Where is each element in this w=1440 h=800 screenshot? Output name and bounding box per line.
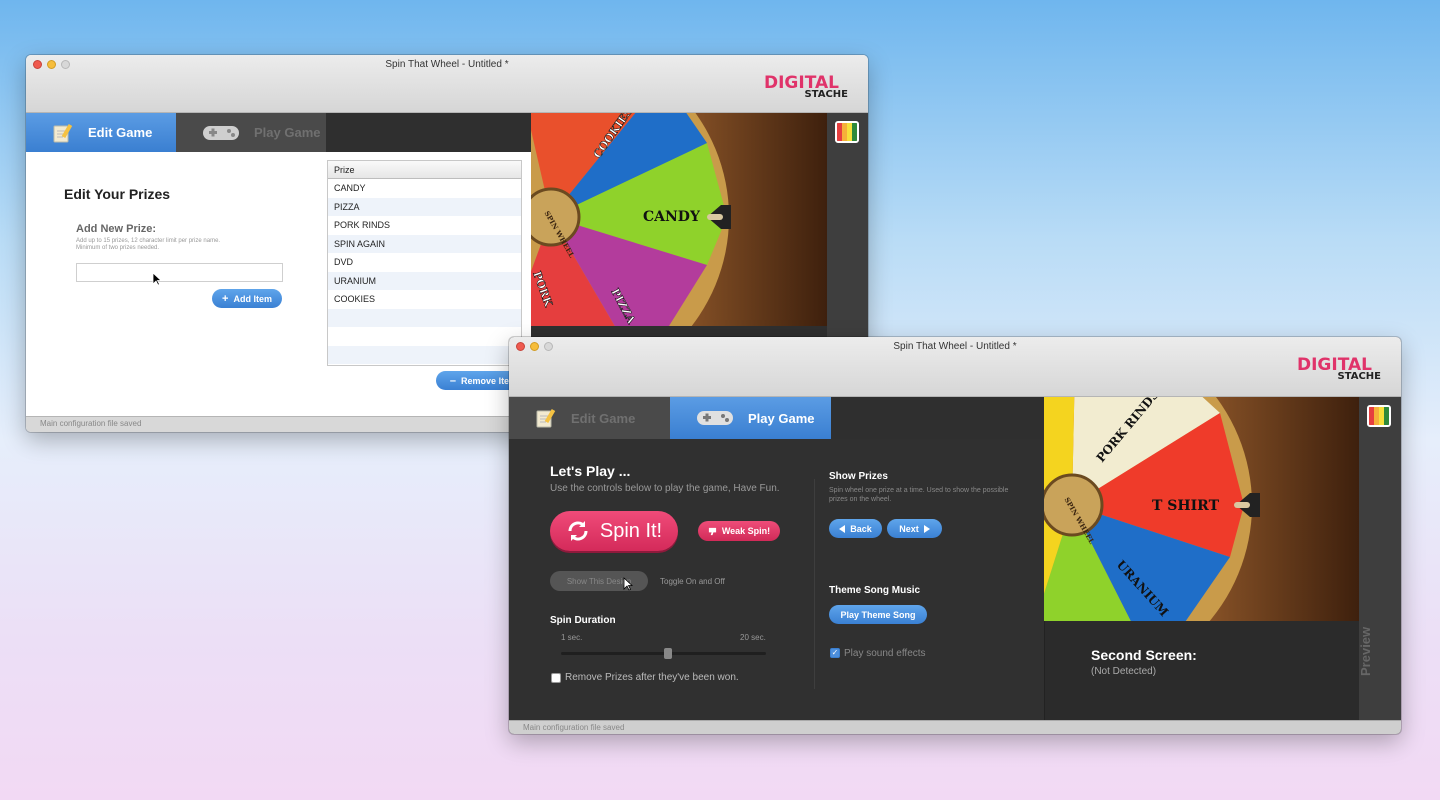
wheel-label-candy: CANDY xyxy=(643,209,701,225)
color-palette-icon[interactable] xyxy=(835,121,859,143)
digital-stache-logo: DIGITAL STACHE xyxy=(764,73,852,103)
table-header-prize[interactable]: Prize xyxy=(328,161,521,179)
minus-icon: – xyxy=(449,374,457,387)
play-game-window: Spin That Wheel - Untitled * DIGITAL STA… xyxy=(509,337,1401,734)
tab-edit-game[interactable]: Edit Game xyxy=(509,397,670,439)
empty-table-row xyxy=(328,345,521,364)
second-screen-status: (Not Detected) xyxy=(1091,666,1157,677)
window-title: Spin That Wheel - Untitled * xyxy=(893,341,1017,352)
next-label: Next xyxy=(899,523,919,534)
tab-edit-game[interactable]: Edit Game xyxy=(26,113,176,152)
table-row[interactable]: CANDY xyxy=(328,179,521,198)
game-controller-icon xyxy=(203,125,239,140)
notepad-pencil-icon xyxy=(536,408,556,428)
new-prize-input[interactable] xyxy=(76,263,283,282)
prize-table: Prize CANDY PIZZA PORK RINDS SPIN AGAIN … xyxy=(327,160,522,366)
arrow-right-icon xyxy=(923,524,930,533)
back-label: Back xyxy=(850,523,872,534)
preview-strip: Preview xyxy=(1358,397,1401,720)
thumbs-down-icon xyxy=(708,527,716,535)
show-prizes-title: Show Prizes xyxy=(829,471,888,482)
remove-prizes-label: Remove Prizes after they've been won. xyxy=(565,672,739,683)
status-text: Main configuration file saved xyxy=(40,419,142,428)
tab-play-game-label: Play Game xyxy=(254,125,321,140)
divider xyxy=(814,479,815,689)
spin-duration-min: 1 sec. xyxy=(561,633,583,642)
back-button[interactable]: Back xyxy=(829,519,882,538)
hint-line-1: Add up to 15 prizes, 12 character limit … xyxy=(76,238,221,244)
wheel-preview[interactable]: SPIN WHEEL CANDY COOKIES PORK PIZZA xyxy=(531,113,827,326)
add-prize-label: Add New Prize: xyxy=(76,223,157,235)
sound-effects-label: Play sound effects xyxy=(844,648,926,659)
edit-prizes-pane: Edit Your Prizes Add New Prize: Add up t… xyxy=(26,152,531,416)
prize-wheel: SPIN WHEEL CANDY COOKIES PORK PIZZA xyxy=(531,113,827,326)
weak-spin-label: Weak Spin! xyxy=(721,526,771,536)
logo-text-bottom: STACHE xyxy=(804,89,848,100)
digital-stache-logo: DIGITAL STACHE xyxy=(1297,355,1385,385)
status-text: Main configuration file saved xyxy=(523,723,625,732)
table-row[interactable]: SPIN AGAIN xyxy=(328,234,521,253)
play-controls-pane: Let's Play ... Use the controls below to… xyxy=(509,439,1044,720)
spin-it-button[interactable]: Spin It! xyxy=(550,511,678,551)
add-item-button[interactable]: + Add Item xyxy=(212,289,282,308)
tab-play-game[interactable]: Play Game xyxy=(670,397,831,439)
lets-play-subtitle: Use the controls below to play the game,… xyxy=(550,483,780,494)
sound-effects-checkbox[interactable]: ✓ xyxy=(830,648,840,658)
notepad-pencil-icon xyxy=(53,123,73,142)
remove-prizes-checkbox[interactable] xyxy=(551,673,561,683)
spin-it-label: Spin It! xyxy=(599,519,663,542)
mode-tabs: Edit Game Play Game xyxy=(26,113,531,152)
page-title: Edit Your Prizes xyxy=(64,186,171,202)
theme-song-title: Theme Song Music xyxy=(829,585,921,596)
wheel-label-tshirt: T SHIRT xyxy=(1152,498,1220,514)
lets-play-title: Let's Play ... xyxy=(550,463,631,479)
mode-tabs: Edit Game Play Game xyxy=(509,397,1044,439)
status-bar: Main configuration file saved xyxy=(509,720,1401,734)
title-bar[interactable]: Spin That Wheel - Untitled * DIGITAL STA… xyxy=(26,55,868,113)
refresh-icon xyxy=(568,521,588,541)
game-controller-icon xyxy=(697,411,733,425)
color-palette-icon[interactable] xyxy=(1367,405,1391,427)
logo-text-bottom: STACHE xyxy=(1337,371,1381,382)
table-row[interactable]: DVD xyxy=(328,253,521,272)
spin-duration-max: 20 sec. xyxy=(740,633,766,642)
spin-duration-title: Spin Duration xyxy=(550,615,616,626)
tab-edit-game-label: Edit Game xyxy=(88,125,153,140)
table-row[interactable]: PIZZA xyxy=(328,197,521,216)
add-item-label: Add Item xyxy=(233,293,272,304)
table-row[interactable]: COOKIES xyxy=(328,290,521,309)
table-row[interactable]: URANIUM xyxy=(328,271,521,290)
weak-spin-button[interactable]: Weak Spin! xyxy=(698,521,780,541)
spin-duration-slider-handle[interactable] xyxy=(663,648,672,659)
toggle-note: Toggle On and Off xyxy=(660,577,725,586)
tab-play-game[interactable]: Play Game xyxy=(176,113,326,152)
empty-table-row xyxy=(328,308,521,327)
wheel-preview[interactable]: SPIN WHEEL T SHIRT PORK RINDS URANIUM xyxy=(1044,397,1359,621)
window-title: Spin That Wheel - Untitled * xyxy=(385,59,509,70)
prize-wheel: SPIN WHEEL T SHIRT PORK RINDS URANIUM xyxy=(1044,397,1359,621)
arrow-left-icon xyxy=(839,524,846,533)
add-prize-hint: Add up to 15 prizes, 12 character limit … xyxy=(76,238,220,252)
tab-play-game-label: Play Game xyxy=(748,410,815,426)
second-screen-panel: Second Screen: (Not Detected) xyxy=(1044,621,1359,720)
plus-icon: + xyxy=(222,292,229,305)
mouse-cursor-icon xyxy=(152,272,162,286)
table-row[interactable]: PORK RINDS xyxy=(328,216,521,235)
hint-line-2: Minimum of two prizes needed. xyxy=(76,245,160,251)
show-this-design-button[interactable]: Show This Design xyxy=(550,571,648,591)
preview-toggle[interactable]: Preview xyxy=(1358,627,1373,676)
second-screen-title: Second Screen: xyxy=(1091,647,1197,663)
tab-edit-game-label: Edit Game xyxy=(571,410,636,426)
empty-table-row xyxy=(328,327,521,346)
next-button[interactable]: Next xyxy=(887,519,942,538)
mouse-cursor-icon xyxy=(623,577,633,591)
play-theme-song-button[interactable]: Play Theme Song xyxy=(829,605,927,624)
show-prizes-subtitle: Spin wheel one prize at a time. Used to … xyxy=(829,487,1009,503)
title-bar[interactable]: Spin That Wheel - Untitled * DIGITAL STA… xyxy=(509,337,1401,397)
